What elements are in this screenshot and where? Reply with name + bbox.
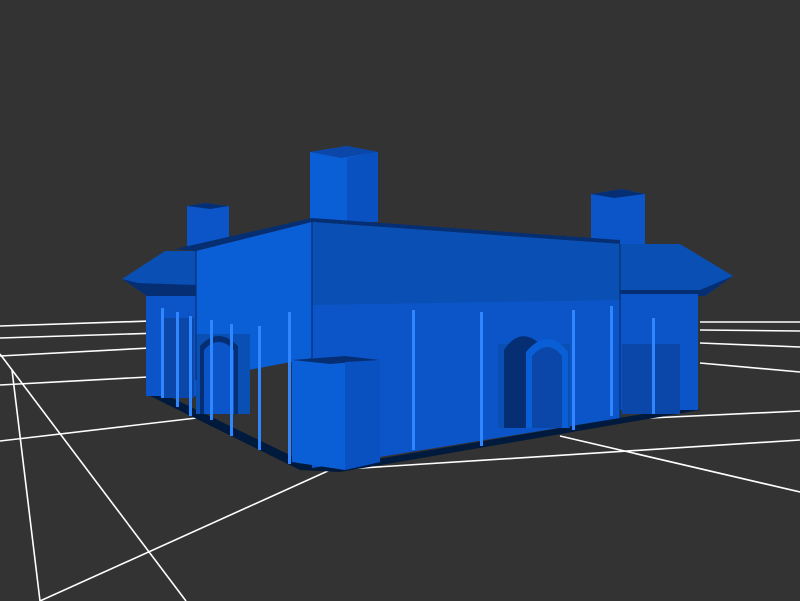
scene-canvas[interactable]: [0, 0, 800, 601]
3d-viewport[interactable]: [0, 0, 800, 601]
